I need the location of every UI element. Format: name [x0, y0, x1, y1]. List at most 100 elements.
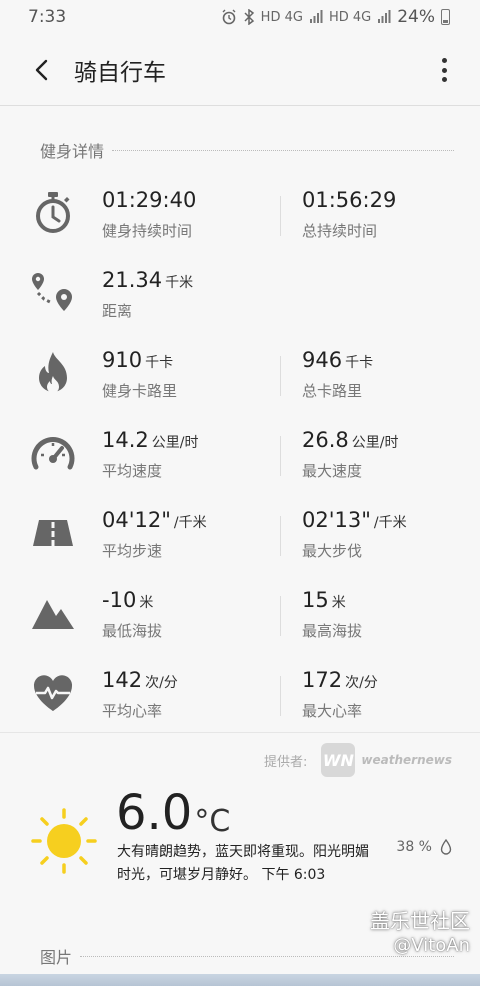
stat-value: 910 [102, 348, 143, 372]
fitness-section-header: 健身详情 [40, 138, 454, 162]
weather-provider: 提供者: WN weathernews [264, 743, 452, 777]
app-bar: 骑自行车 [0, 34, 480, 106]
network-indicator: HD 4G [260, 9, 303, 25]
status-time: 7:33 [28, 7, 67, 27]
stat-workout-duration: 01:29:40 健身持续时间 [102, 186, 199, 243]
flame-icon [30, 350, 76, 396]
stat-row-distance: 21.34 千米 距离 [0, 260, 480, 340]
column-divider [280, 436, 281, 476]
stat-label: 健身卡路里 [102, 382, 178, 400]
stat-label: 健身持续时间 [102, 222, 193, 240]
stat-row-pace: 04'12"/千米 平均步速 02'13"/千米 最大步伐 [0, 500, 480, 580]
heart-rate-icon [30, 670, 76, 716]
stat-max-speed: 26.8 公里/时 最大速度 [302, 426, 398, 483]
stat-label: 最大心率 [302, 702, 363, 720]
stat-value: -10 [102, 588, 137, 612]
stat-average-speed: 14.2 公里/时 平均速度 [102, 426, 198, 483]
stat-value: 01:29:40 [102, 188, 197, 212]
stat-value: 21.34 [102, 268, 163, 292]
stat-row-speed: 14.2 公里/时 平均速度 26.8 公里/时 最大速度 [0, 420, 480, 500]
stat-label: 总持续时间 [302, 222, 378, 240]
temperature-unit: °C [194, 804, 231, 839]
stat-value: 04'12" [102, 508, 171, 532]
weathernews-logo: WN weathernews [321, 743, 452, 777]
stat-max-heart-rate: 172 次/分 最大心率 [302, 666, 378, 723]
temperature-value: 6.0 [116, 785, 193, 841]
bluetooth-icon [244, 9, 254, 25]
stat-value: 172 [302, 668, 343, 692]
column-divider [280, 596, 281, 636]
network-indicator-2: HD 4G [328, 9, 372, 25]
humidity: 38 % [396, 839, 452, 855]
temperature: 6.0 °C [116, 783, 230, 843]
stat-average-heart-rate: 142 次/分 平均心率 [102, 666, 178, 723]
photo-strip[interactable] [0, 974, 480, 986]
stat-unit: 次/分 [345, 675, 378, 691]
column-divider [280, 516, 281, 556]
battery-icon [441, 9, 450, 25]
column-divider [280, 356, 281, 396]
status-icons: HD 4G HD 4G 24% [221, 7, 450, 27]
stat-min-altitude: -10 米 最低海拔 [102, 586, 162, 643]
watermark-line-1: 盖乐世社区 [370, 909, 470, 933]
back-button[interactable] [0, 34, 84, 106]
stat-unit: /千米 [373, 515, 407, 531]
stat-value: 946 [302, 348, 343, 372]
section-divider [112, 149, 454, 151]
more-options-button[interactable] [432, 58, 456, 82]
stat-unit: 千卡 [345, 355, 374, 371]
water-drop-icon [440, 839, 452, 855]
stat-label: 最大速度 [302, 462, 363, 480]
weather-card: 提供者: WN weathernews 6.0 °C 大有晴朗趋势，蓝天即将重现… [0, 732, 480, 932]
stat-unit: 米 [139, 595, 154, 611]
stat-value: 01:56:29 [302, 188, 397, 212]
stat-label: 最高海拔 [302, 622, 363, 640]
stat-total-duration: 01:56:29 总持续时间 [302, 186, 399, 243]
stat-unit: 公里/时 [351, 435, 399, 451]
stat-unit: 千米 [165, 275, 194, 291]
stat-value: 15 [302, 588, 329, 612]
page-title: 骑自行车 [74, 59, 166, 86]
stat-label: 最大步伐 [302, 542, 363, 560]
stat-label: 平均速度 [102, 462, 163, 480]
provider-name: weathernews [361, 753, 452, 767]
stopwatch-icon [30, 190, 76, 236]
stat-max-altitude: 15 米 最高海拔 [302, 586, 362, 643]
stat-row-heart-rate: 142 次/分 平均心率 172 次/分 最大心率 [0, 660, 480, 740]
section-title: 健身详情 [40, 142, 105, 161]
speedometer-icon [30, 430, 76, 476]
stat-unit: 公里/时 [151, 435, 199, 451]
more-dot-icon [441, 77, 447, 82]
section-title: 图片 [40, 948, 73, 967]
stat-value: 26.8 [302, 428, 349, 452]
provider-label: 提供者: [264, 754, 308, 770]
provider-logo-mark: WN [321, 743, 356, 777]
stat-value: 142 [102, 668, 143, 692]
route-icon [30, 270, 76, 316]
weather-description: 大有晴朗趋势，蓝天即将重现。阳光明媚时光，可堪岁月静好。 下午 6:03 [117, 844, 369, 883]
stat-unit: 次/分 [145, 675, 178, 691]
signal-icon [309, 10, 323, 23]
stat-label: 距离 [102, 302, 133, 320]
stat-value: 14.2 [102, 428, 149, 452]
stat-row-altitude: -10 米 最低海拔 15 米 最高海拔 [0, 580, 480, 660]
status-bar: 7:33 HD 4G HD 4G 24% [0, 0, 480, 34]
stat-workout-calories: 910 千卡 健身卡路里 [102, 346, 177, 403]
stat-label: 平均心率 [102, 702, 163, 720]
more-dot-icon [441, 67, 447, 73]
more-dot-icon [441, 58, 447, 63]
stat-total-calories: 946 千卡 总卡路里 [302, 346, 373, 403]
signal-icon-2 [378, 10, 391, 23]
alarm-icon [222, 9, 236, 25]
stat-value: 02'13" [302, 508, 371, 532]
stat-max-pace: 02'13"/千米 最大步伐 [302, 506, 407, 563]
stat-label: 总卡路里 [302, 382, 363, 400]
watermark: 盖乐世社区 @VitoAn [370, 908, 470, 958]
stat-row-duration: 01:29:40 健身持续时间 01:56:29 总持续时间 [0, 180, 480, 260]
stat-row-calories: 910 千卡 健身卡路里 946 千卡 总卡路里 [0, 340, 480, 420]
watermark-line-2: @VitoAn [393, 935, 470, 956]
road-icon [30, 510, 76, 556]
stat-average-pace: 04'12"/千米 平均步速 [102, 506, 207, 563]
column-divider [280, 676, 281, 716]
column-divider [280, 196, 281, 236]
